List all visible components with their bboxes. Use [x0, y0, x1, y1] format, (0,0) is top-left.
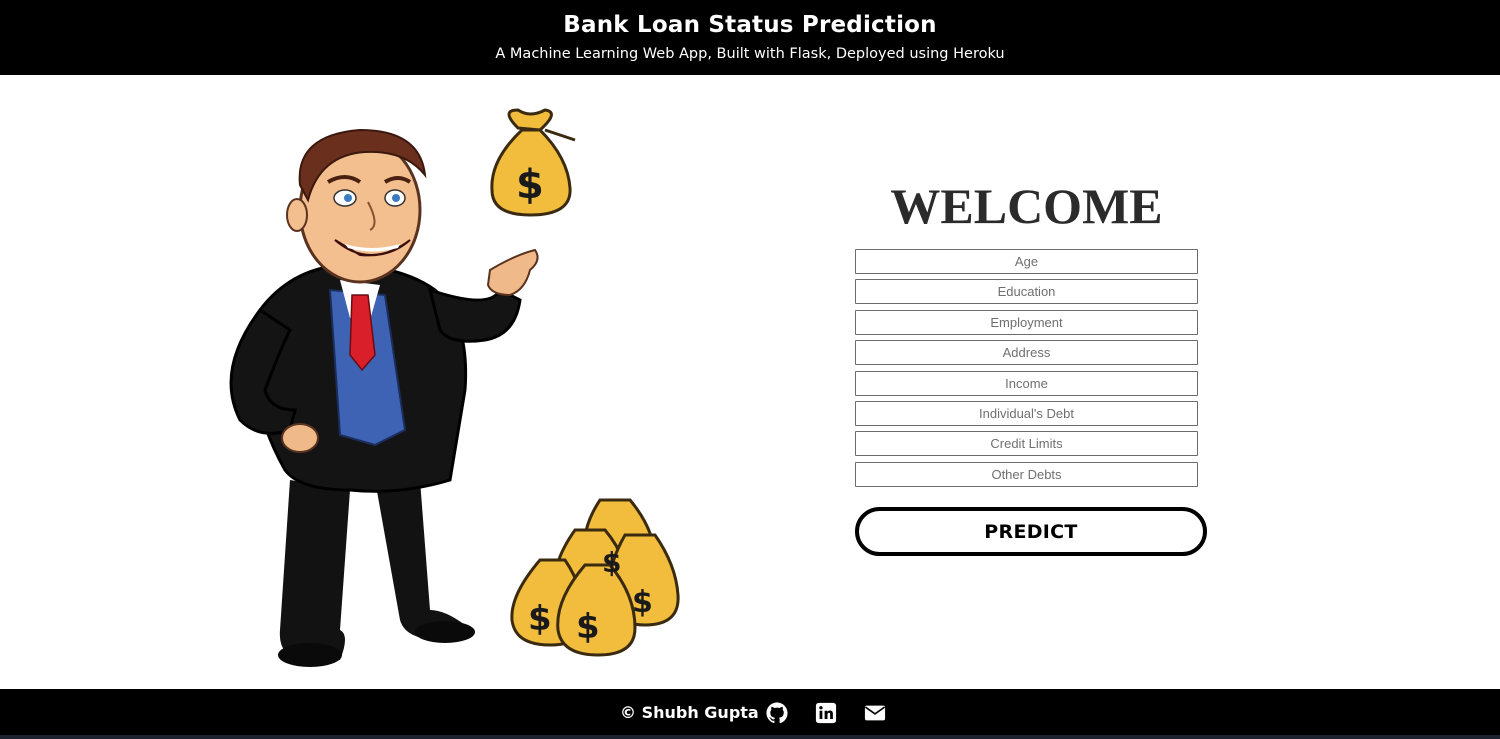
svg-text:$: $ — [516, 162, 544, 208]
welcome-heading: WELCOME — [890, 178, 1163, 234]
svg-text:$: $ — [576, 607, 600, 647]
svg-text:$: $ — [632, 585, 653, 620]
site-header: Bank Loan Status Prediction A Machine Le… — [0, 0, 1500, 75]
banker-illustration: $ $ $ $ $ — [229, 108, 680, 667]
svg-text:$: $ — [602, 546, 621, 579]
page-subtitle: A Machine Learning Web App, Built with F… — [495, 46, 1005, 62]
money-bags-pile-icon: $ $ $ $ — [510, 498, 680, 657]
banker-figure — [229, 128, 539, 667]
credit-limits-input[interactable] — [855, 431, 1198, 457]
site-footer: © Shubh Gupta — [0, 689, 1500, 735]
address-input[interactable] — [855, 340, 1198, 366]
envelope-icon[interactable] — [864, 702, 886, 724]
github-icon[interactable] — [766, 702, 788, 724]
employment-input[interactable] — [855, 309, 1198, 335]
education-input[interactable] — [855, 279, 1198, 305]
other-debts-input[interactable] — [855, 461, 1198, 487]
income-input[interactable] — [855, 370, 1198, 396]
loan-form — [855, 249, 1198, 492]
money-bag-icon: $ — [490, 108, 576, 217]
individuals-debt-input[interactable] — [855, 400, 1198, 426]
predict-button[interactable]: PREDICT — [855, 507, 1207, 556]
age-input[interactable] — [855, 249, 1198, 274]
linkedin-icon[interactable] — [815, 702, 837, 724]
taskbar-edge — [0, 735, 1500, 739]
copyright-text: © Shubh Gupta — [620, 703, 759, 722]
svg-text:$: $ — [528, 599, 552, 639]
page-title: Bank Loan Status Prediction — [563, 12, 937, 38]
